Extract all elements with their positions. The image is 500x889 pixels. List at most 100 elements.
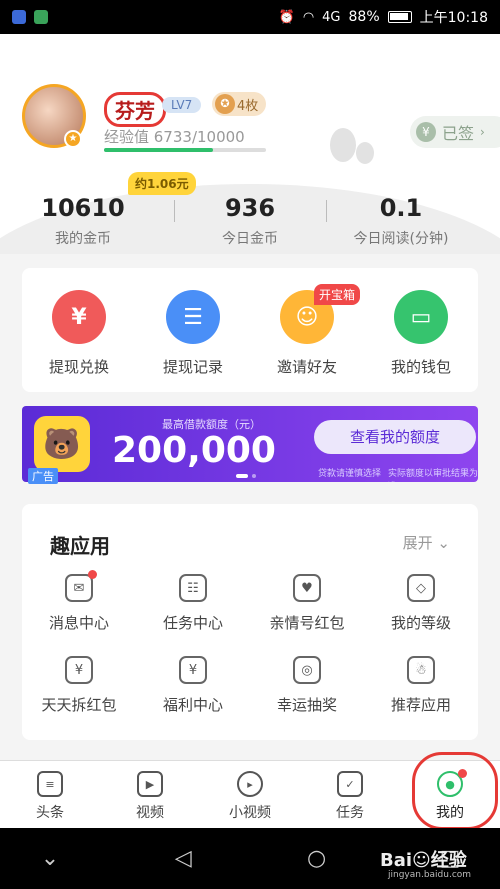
app-daily-red-packet[interactable]: ¥ 天天拆红包 bbox=[22, 650, 136, 732]
avatar-star-badge: ★ bbox=[64, 130, 82, 148]
quick-action-label: 邀请好友 bbox=[276, 358, 337, 376]
decor-tree bbox=[330, 128, 356, 162]
app-task-center[interactable]: ☷ 任务中心 bbox=[136, 568, 250, 650]
chevron-right-icon: › bbox=[480, 125, 485, 139]
exp-label: 经验值 6733/10000 bbox=[104, 128, 245, 146]
ad-tag: 广告 bbox=[28, 468, 58, 484]
wallet-icon: ▭ bbox=[394, 290, 448, 344]
treasure-box-badge: 开宝箱 bbox=[314, 284, 361, 305]
yen-icon: ¥ bbox=[52, 290, 106, 344]
tab-headlines[interactable]: ≡ 头条 bbox=[0, 761, 100, 828]
decor-tree bbox=[356, 142, 374, 164]
collapse-icon[interactable]: ⌄ bbox=[30, 846, 70, 871]
video-icon: ▶ bbox=[137, 771, 163, 797]
app-recommended[interactable]: ☃ 推荐应用 bbox=[364, 650, 478, 732]
medal-icon: ✪ bbox=[215, 94, 235, 114]
chevron-down-icon: ⌄ bbox=[437, 534, 450, 552]
stat-today-reading[interactable]: 0.1 今日阅读(分钟) bbox=[318, 194, 484, 248]
stat-my-coins[interactable]: 10610 我的金币 bbox=[0, 194, 166, 248]
medal-badge[interactable]: ✪ 4枚 bbox=[212, 92, 267, 116]
medal-count: 4枚 bbox=[237, 98, 259, 114]
section-title: 趣应用 bbox=[50, 534, 110, 558]
tab-label: 任务 bbox=[336, 805, 364, 821]
ad-disclaimer: 贷款请谨慎选择 bbox=[318, 469, 382, 479]
app-label: 我的等级 bbox=[390, 614, 451, 632]
tab-label: 头条 bbox=[36, 805, 64, 821]
fun-apps-card: 趣应用 展开 ⌄ ✉ 消息中心 ☷ 任务中心 ♥ 亲情号红包 ◇ 我的等级 ¥ … bbox=[22, 504, 478, 740]
ad-carousel-dots bbox=[236, 474, 256, 478]
yen-icon: ¥ bbox=[416, 122, 436, 142]
carousel-dot-active bbox=[236, 474, 248, 478]
ad-amount: 200,000 bbox=[112, 430, 276, 471]
tab-label: 小视频 bbox=[229, 805, 271, 821]
quick-action-label: 我的钱包 bbox=[390, 358, 451, 376]
home-icon[interactable]: ○ bbox=[297, 846, 337, 871]
status-bar: ⏰ ◠ 4G 88% 上午10:18 bbox=[0, 0, 500, 34]
highlight-annotation bbox=[412, 752, 498, 830]
stat-label: 今日阅读(分钟) bbox=[353, 231, 449, 247]
exp-progress-fill bbox=[104, 148, 214, 152]
quick-action-withdraw-record[interactable]: ☰ 提现记录 bbox=[136, 268, 250, 392]
tab-short-video[interactable]: ▸ 小视频 bbox=[200, 761, 300, 828]
app-label: 消息中心 bbox=[48, 614, 109, 632]
quick-action-label: 提现兑换 bbox=[48, 358, 109, 376]
signed-button[interactable]: ¥ 已签 › bbox=[410, 116, 500, 148]
short-video-icon: ▸ bbox=[237, 771, 263, 797]
signed-label: 已签 bbox=[442, 124, 475, 143]
diamond-icon: ◇ bbox=[407, 574, 435, 602]
stat-value: 0.1 bbox=[379, 194, 423, 222]
quick-action-invite-friends[interactable]: ☺ 开宝箱 邀请好友 bbox=[250, 268, 364, 392]
stat-today-coins[interactable]: 936 今日金币 bbox=[167, 194, 333, 248]
news-icon: ≡ bbox=[37, 771, 63, 797]
carousel-dot bbox=[252, 474, 256, 478]
battery-icon bbox=[387, 11, 412, 23]
red-packet-icon: ¥ bbox=[65, 656, 93, 684]
level-badge[interactable]: LV7 bbox=[162, 97, 202, 113]
app-lucky-draw[interactable]: ◎ 幸运抽奖 bbox=[250, 650, 364, 732]
app-notification-icon bbox=[34, 10, 48, 24]
app-family-red-packet[interactable]: ♥ 亲情号红包 bbox=[250, 568, 364, 650]
app-label: 幸运抽奖 bbox=[276, 696, 337, 714]
quick-actions-card: ¥ 提现兑换 ☰ 提现记录 ☺ 开宝箱 邀请好友 ▭ 我的钱包 bbox=[22, 268, 478, 392]
stat-label: 今日金币 bbox=[222, 231, 278, 247]
profile-header: ★ 芬芳 LV7 ✪ 4枚 经验值 6733/10000 ¥ 已签 › 约1.0… bbox=[0, 34, 500, 254]
app-label: 推荐应用 bbox=[390, 696, 451, 714]
expand-button[interactable]: 展开 ⌄ bbox=[403, 532, 450, 553]
stat-value: 10610 bbox=[41, 194, 125, 222]
clock: 上午10:18 bbox=[419, 10, 488, 26]
app-my-level[interactable]: ◇ 我的等级 bbox=[364, 568, 478, 650]
ad-check-quota-button[interactable]: 查看我的额度 bbox=[314, 420, 476, 454]
app-label: 天天拆红包 bbox=[41, 696, 117, 714]
stat-label: 我的金币 bbox=[55, 231, 111, 247]
battery-percent: 88% bbox=[348, 9, 380, 25]
baidu-watermark-url: jingyan.baidu.com bbox=[388, 870, 472, 880]
ad-banner[interactable]: 🐻 最高借款额度（元） 200,000 查看我的额度 贷款请谨慎选择 实际额度以… bbox=[22, 406, 478, 482]
quick-action-withdraw[interactable]: ¥ 提现兑换 bbox=[22, 268, 136, 392]
ad-bear-logo-icon: 🐻 bbox=[34, 416, 90, 472]
quick-action-wallet[interactable]: ▭ 我的钱包 bbox=[364, 268, 478, 392]
robot-icon: ☃ bbox=[407, 656, 435, 684]
notification-dot bbox=[88, 570, 97, 579]
wifi-icon: ◠ bbox=[302, 9, 315, 25]
coin-value-bubble: 约1.06元 bbox=[128, 172, 196, 195]
red-packet-heart-icon: ♥ bbox=[293, 574, 321, 602]
tab-label: 视频 bbox=[136, 805, 164, 821]
record-icon: ☰ bbox=[166, 290, 220, 344]
back-icon[interactable]: ◁ bbox=[163, 846, 203, 871]
app-label: 福利中心 bbox=[162, 696, 223, 714]
app-label: 亲情号红包 bbox=[269, 614, 345, 632]
app-message-center[interactable]: ✉ 消息中心 bbox=[22, 568, 136, 650]
app-label: 任务中心 bbox=[162, 614, 223, 632]
tab-tasks[interactable]: ✓ 任务 bbox=[300, 761, 400, 828]
username[interactable]: 芬芳 bbox=[104, 92, 166, 127]
welfare-icon: ¥ bbox=[179, 656, 207, 684]
signal-icon: 4G bbox=[322, 9, 341, 25]
ad-disclaimer: 实际额度以审批结果为准 bbox=[388, 469, 478, 479]
app-welfare-center[interactable]: ¥ 福利中心 bbox=[136, 650, 250, 732]
message-icon: ✉ bbox=[65, 574, 93, 602]
stat-value: 936 bbox=[224, 194, 276, 222]
shield-app-icon bbox=[12, 10, 26, 24]
task-icon: ✓ bbox=[337, 771, 363, 797]
task-list-icon: ☷ bbox=[179, 574, 207, 602]
tab-video[interactable]: ▶ 视频 bbox=[100, 761, 200, 828]
